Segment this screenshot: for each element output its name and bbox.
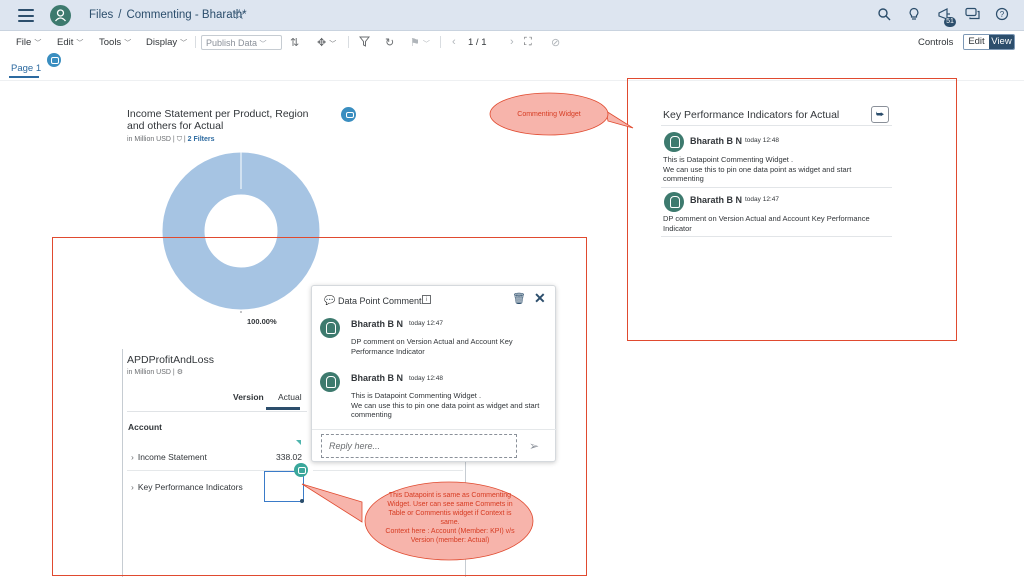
publish-data-button[interactable]: Publish Data ﹀ <box>201 35 282 50</box>
previous-page-icon[interactable]: ‹ <box>452 36 456 48</box>
data-refresh-icon[interactable]: ⇅ <box>290 36 299 49</box>
story-title: Commenting - Bharath* <box>126 9 247 21</box>
page-indicator: 1 / 1 <box>468 37 487 48</box>
menu-display[interactable]: Display ﹀ <box>146 37 187 48</box>
publish-data-label: Publish Data <box>206 38 258 48</box>
chart-filters-link[interactable]: 2 Filters <box>188 136 215 143</box>
filter-icon[interactable] <box>358 36 371 50</box>
tab-page-1[interactable]: Page 1 <box>11 63 41 74</box>
view-mode-button[interactable]: View <box>989 35 1014 49</box>
next-page-icon[interactable]: › <box>510 36 514 48</box>
discussions-icon[interactable] <box>965 7 981 23</box>
fullscreen-icon[interactable]: ⛶ <box>524 36 532 49</box>
menu-file-label: File <box>16 37 32 48</box>
chart-title: Income Statement per Product, Region and… <box>127 108 309 132</box>
breadcrumb-separator: / <box>118 9 122 21</box>
lightbulb-icon[interactable] <box>906 7 922 23</box>
callout-datapoint-note-text: This Datapoint is same as Commenting Wid… <box>385 492 515 544</box>
active-tab-indicator <box>9 76 39 78</box>
svg-text:?: ? <box>1000 10 1005 19</box>
chevron-down-icon: ﹀ <box>34 40 42 47</box>
favorite-star-icon[interactable]: ☆ <box>233 6 246 23</box>
page-comment-icon[interactable] <box>47 53 61 67</box>
chevron-down-icon: ﹀ <box>180 40 188 47</box>
menu-icon[interactable] <box>18 9 34 22</box>
menu-display-label: Display <box>146 37 178 48</box>
help-icon[interactable]: ? <box>994 7 1010 23</box>
notification-badge: 51 <box>944 17 956 27</box>
filter-icon: ⛉ <box>176 136 182 143</box>
refresh-icon[interactable]: ↻ <box>385 36 394 49</box>
annotation-box-kpi <box>627 78 957 341</box>
user-avatar[interactable] <box>50 5 71 26</box>
menu-edit[interactable]: Edit ﹀ <box>57 37 83 48</box>
menu-edit-label: Edit <box>57 37 74 48</box>
chart-subtitle: in Million USD | ⛉ | 2 Filters <box>127 136 215 143</box>
mode-toggle: Edit View <box>963 34 1015 50</box>
chevron-down-icon: ﹀ <box>124 40 132 47</box>
toolbar-divider <box>348 36 349 48</box>
shell-bar: Files / Commenting - Bharath* ☆ 51 ? <box>0 0 1024 31</box>
menu-tools[interactable]: Tools ﹀ <box>99 37 131 48</box>
menu-tools-label: Tools <box>99 37 122 48</box>
menu-file[interactable]: File ﹀ <box>16 37 41 48</box>
chevron-down-icon: ﹀ <box>76 40 84 47</box>
controls-button[interactable]: Controls <box>918 37 953 48</box>
chevron-down-icon: ﹀ <box>259 41 267 48</box>
disabled-action-icon: ⊘ <box>551 37 561 49</box>
chart-unit: in Million USD <box>127 136 171 143</box>
chart-comment-icon[interactable] <box>341 107 356 122</box>
toolbar-divider <box>440 36 441 48</box>
search-icon[interactable] <box>876 7 892 23</box>
breadcrumb: Files / Commenting - Bharath* <box>89 9 247 21</box>
toolbar-divider <box>195 36 196 48</box>
edit-mode-button[interactable]: Edit <box>964 35 989 49</box>
toolbar: File ﹀ Edit ﹀ Tools ﹀ Display ﹀ Publish Data… <box>0 31 1024 53</box>
navigate-icon[interactable]: ✥ ﹀ <box>317 36 336 49</box>
callout-commenting-widget-text: Commenting Widget <box>517 111 581 118</box>
bookmark-icon[interactable]: ⚑ ﹀ <box>410 36 430 49</box>
breadcrumb-files[interactable]: Files <box>89 9 113 21</box>
